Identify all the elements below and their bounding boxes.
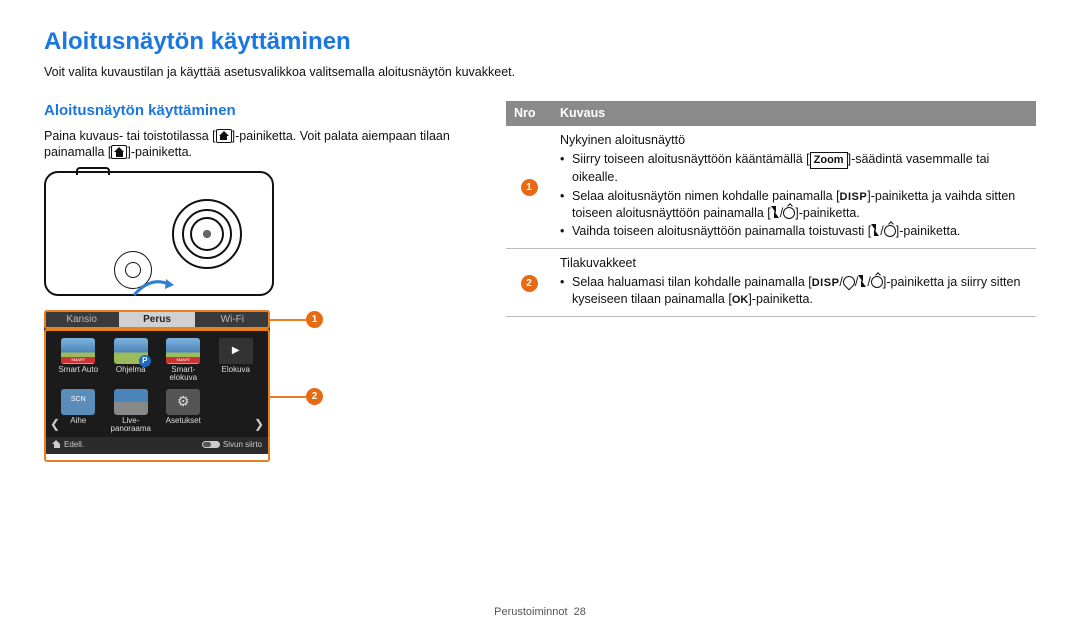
tab-kansio[interactable]: Kansio	[44, 310, 119, 330]
page-right-arrow[interactable]: ❯	[254, 416, 264, 432]
mode-smart-auto-icon	[61, 338, 95, 364]
zoom-pill-icon	[202, 441, 220, 448]
mode-aihe-label: Aihe	[54, 417, 103, 425]
mode-smart-auto-label: Smart Auto	[54, 366, 103, 374]
home-screen-example: 1 2 Kansio Perus Wi-Fi Smart Auto Ohjelm…	[44, 310, 316, 454]
flash-icon	[858, 275, 867, 288]
mode-asetukset-icon	[166, 389, 200, 415]
th-nro: Nro	[506, 101, 552, 126]
row1-b2c: ]-painiketta.	[795, 206, 860, 220]
home-icon	[111, 145, 127, 159]
table-row: 2 Tilakuvakkeet Selaa haluamasi tilan ko…	[506, 249, 1036, 317]
mode-aihe-icon	[61, 389, 95, 415]
row1-bullet-2: Selaa aloitusnäytön nimen kohdalle paina…	[560, 188, 1028, 222]
intro-text-a: Paina kuvaus- tai toistotilassa [	[44, 129, 216, 143]
th-kuvaus: Kuvaus	[552, 101, 1036, 126]
mode-elokuva[interactable]: Elokuva	[212, 338, 261, 383]
callout-badge-1: 1	[306, 311, 323, 328]
mode-ohjelma-icon	[114, 338, 148, 364]
tab-wifi[interactable]: Wi-Fi	[195, 310, 270, 330]
mode-live-panoraama-label: Live- panoraama	[107, 417, 156, 434]
row1-b1a: Siirry toiseen aloitusnäyttöön kääntämäl…	[572, 152, 810, 166]
home-icon	[216, 129, 232, 143]
footer-back-label: Edell.	[64, 440, 84, 449]
footer-back[interactable]: Edell.	[52, 440, 84, 451]
mode-smart-elokuva-label: Smart- elokuva	[159, 366, 208, 383]
page-title: Aloitusnäytön käyttäminen	[44, 26, 1036, 58]
page-left-arrow[interactable]: ❮	[50, 416, 60, 432]
mode-asetukset-label: Asetukset	[159, 417, 208, 425]
row2-b1a: Selaa haluamasi tilan kohdalle painamall…	[572, 275, 812, 289]
mode-aihe[interactable]: Aihe	[54, 389, 103, 434]
row1-b2a: Selaa aloitusnäytön nimen kohdalle paina…	[572, 189, 840, 203]
row-badge-1: 1	[521, 179, 538, 196]
mode-grid: Smart Auto Ohjelma Smart- elokuva Elokuv…	[44, 330, 270, 438]
row-badge-2: 2	[521, 275, 538, 292]
home-screen-panel: Kansio Perus Wi-Fi Smart Auto Ohjelma	[44, 310, 270, 454]
page-footer: Perustoiminnot 28	[0, 605, 1080, 620]
timer-icon	[783, 207, 795, 219]
footer-section: Perustoiminnot	[494, 606, 567, 618]
description-table: Nro Kuvaus 1 Nykyinen aloitusnäyttö Siir…	[506, 101, 1036, 317]
intro-text-c: ]-painiketta.	[127, 145, 192, 159]
camera-lens	[172, 199, 242, 269]
row1-b3b: ]-painiketta.	[896, 224, 961, 238]
home-footer-bar: Edell. Sivun siirto	[44, 437, 270, 454]
row2-b1c: ]-painiketta.	[748, 292, 813, 306]
flash-icon	[771, 206, 780, 219]
callout-badge-2: 2	[306, 388, 323, 405]
mode-live-panoraama-icon	[114, 389, 148, 415]
mode-smart-elokuva-icon	[166, 338, 200, 364]
callout-leader-2	[270, 396, 306, 398]
camera-illustration	[44, 171, 274, 296]
home-icon-small	[52, 440, 61, 448]
flash-icon	[871, 224, 880, 237]
mode-ohjelma[interactable]: Ohjelma	[107, 338, 156, 383]
footer-page-number: 28	[574, 606, 586, 618]
section-heading: Aloitusnäytön käyttäminen	[44, 101, 474, 121]
callout-leader-1	[270, 319, 306, 321]
mode-smart-elokuva[interactable]: Smart- elokuva	[159, 338, 208, 383]
row1-b3a: Vaihda toiseen aloitusnäyttöön painamall…	[572, 224, 871, 238]
disp-icon: DISP	[840, 190, 868, 205]
table-row: 1 Nykyinen aloitusnäyttö Siirry toiseen …	[506, 126, 1036, 249]
timer-icon	[884, 225, 896, 237]
row1-title: Nykyinen aloitusnäyttö	[560, 132, 1028, 149]
mode-asetukset[interactable]: Asetukset	[159, 389, 208, 434]
timer-icon	[871, 276, 883, 288]
press-arrow-hint	[132, 279, 174, 297]
row1-bullet-1: Siirry toiseen aloitusnäyttöön kääntämäl…	[560, 151, 1028, 186]
row2-bullet-1: Selaa haluamasi tilan kohdalle painamall…	[560, 274, 1028, 308]
tab-perus[interactable]: Perus	[119, 310, 194, 330]
mode-ohjelma-label: Ohjelma	[107, 366, 156, 374]
macro-icon	[840, 274, 857, 291]
mode-live-panoraama[interactable]: Live- panoraama	[107, 389, 156, 434]
mode-smart-auto[interactable]: Smart Auto	[54, 338, 103, 383]
mode-elokuva-icon	[219, 338, 253, 364]
ok-icon: OK	[732, 293, 749, 308]
row2-title: Tilakuvakkeet	[560, 255, 1028, 272]
disp-icon: DISP	[812, 276, 840, 291]
intro-paragraph: Paina kuvaus- tai toistotilassa [ ]-paini…	[44, 128, 474, 162]
page-subtitle: Voit valita kuvaustilan ja käyttää asetu…	[44, 64, 1036, 81]
mode-elokuva-label: Elokuva	[212, 366, 261, 374]
zoom-label-icon: Zoom	[810, 152, 848, 169]
footer-scroll[interactable]: Sivun siirto	[202, 440, 262, 451]
row1-bullet-3: Vaihda toiseen aloitusnäyttöön painamall…	[560, 223, 1028, 240]
footer-scroll-label: Sivun siirto	[223, 440, 262, 449]
home-tabs: Kansio Perus Wi-Fi	[44, 310, 270, 330]
